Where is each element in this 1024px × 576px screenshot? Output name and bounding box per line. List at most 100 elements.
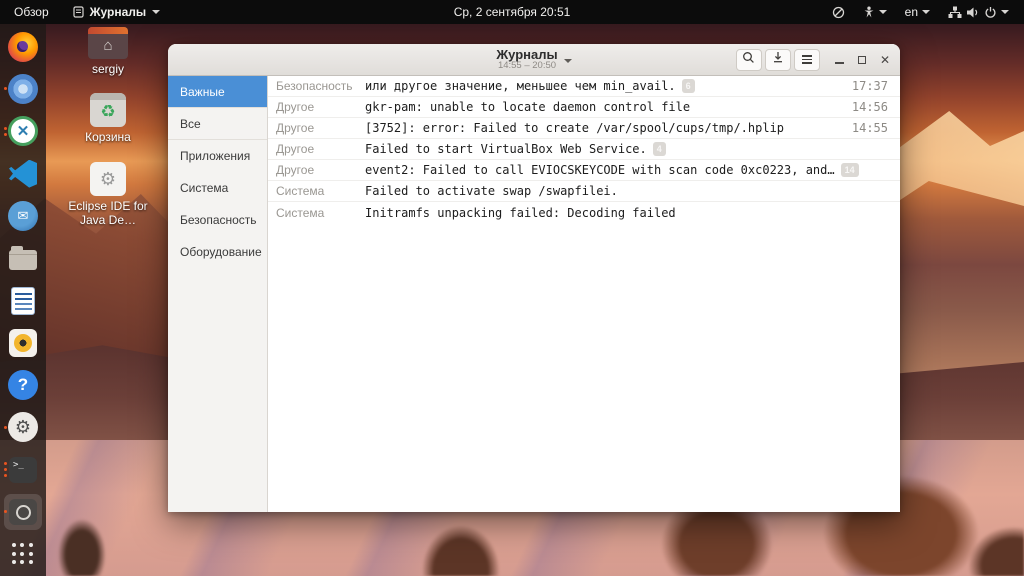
sidebar-item-label: Система (180, 181, 229, 195)
log-category: Другое (276, 163, 315, 177)
dock-item-chromium[interactable] (4, 71, 42, 106)
maximize-button[interactable] (857, 51, 866, 69)
system-menu-button[interactable] (941, 0, 1016, 24)
log-row[interactable]: Другое event2: Failed to call EVIOCSKEYC… (268, 160, 900, 181)
dock-item-firefox[interactable] (4, 29, 42, 64)
window-subtitle: 14:55 – 20:50 (497, 60, 557, 72)
export-icon (772, 51, 784, 69)
log-category: Другое (276, 142, 315, 156)
dock-item-help[interactable]: ? (4, 368, 42, 403)
running-indicator (4, 425, 7, 429)
search-icon (742, 51, 755, 69)
dock-item-terminal[interactable]: >_ (4, 452, 42, 487)
log-list: Безопасность или другое значение, меньше… (268, 76, 900, 512)
desktop-icon-label: sergiy (91, 62, 124, 76)
log-time: 14:55 (851, 121, 888, 135)
export-button[interactable] (764, 48, 791, 71)
clock-label: Ср, 2 сентября 20:51 (453, 5, 571, 19)
dock-item-libreoffice-writer[interactable] (4, 283, 42, 318)
menu-button[interactable] (793, 48, 820, 71)
minimize-button[interactable] (834, 51, 844, 69)
dock-item-app-grid[interactable] (4, 537, 42, 572)
log-row[interactable]: Система Failed to activate swap /swapfil… (268, 181, 900, 202)
running-indicator (4, 474, 7, 478)
desktop-icon-home-folder[interactable]: ⌂ sergiy (56, 27, 160, 77)
sidebar-item-label: Важные (180, 84, 225, 99)
sidebar-item-all[interactable]: Все (168, 108, 267, 140)
sidebar-item-label: Безопасность (180, 213, 257, 227)
dock-item-files[interactable] (4, 241, 42, 276)
clock-button[interactable]: Ср, 2 сентября 20:51 (444, 0, 581, 24)
firefox-icon (8, 31, 38, 62)
sidebar-item-important[interactable]: Важные (168, 76, 267, 108)
log-category: Система (276, 205, 325, 220)
settings-icon: ⚙ (8, 412, 38, 443)
accessibility-menu-button[interactable] (856, 0, 894, 24)
x-app-icon: ✕ (8, 116, 38, 147)
desktop-icon-label: Eclipse IDE for Java De… (68, 199, 148, 227)
help-icon: ? (8, 370, 38, 401)
trash-icon: ♻ (90, 93, 126, 127)
journal-icon (73, 6, 84, 18)
log-message: Failed to start VirtualBox Web Service. (365, 142, 647, 156)
chevron-down-icon (878, 10, 887, 14)
running-indicator (4, 87, 7, 91)
rhythmbox-icon (9, 328, 37, 357)
eclipse-installer-icon: ⚙ (90, 162, 126, 196)
desktop-icon-eclipse[interactable]: ⚙ Eclipse IDE for Java De… (56, 162, 160, 228)
dock-item-rhythmbox[interactable] (4, 325, 42, 360)
search-button[interactable] (735, 48, 762, 71)
hamburger-menu-icon (801, 55, 812, 64)
libreoffice-writer-icon (11, 286, 35, 315)
keyboard-layout-label: en (904, 5, 918, 19)
log-row[interactable]: Другое [3752]: error: Failed to create /… (268, 118, 900, 139)
close-icon: ✕ (879, 52, 890, 67)
log-message: gkr-pam: unable to locate daemon control… (365, 100, 691, 114)
log-count-badge: 14 (840, 163, 859, 177)
notifications-disabled-button[interactable] (825, 0, 852, 24)
log-message: Initramfs unpacking failed: Decoding fai… (365, 205, 676, 220)
window-title: Журналы (496, 46, 558, 62)
log-message: [3752]: error: Failed to create /var/spo… (365, 121, 785, 135)
terminal-icon: >_ (9, 456, 37, 483)
desktop-icon-trash[interactable]: ♻ Корзина (56, 93, 160, 145)
log-row[interactable]: Безопасность или другое значение, меньше… (268, 76, 900, 97)
close-button[interactable]: ✕ (880, 54, 890, 66)
title-bar[interactable]: Журналы 14:55 – 20:50 ✕ (168, 44, 900, 76)
dock-item-settings[interactable]: ⚙ (4, 410, 42, 445)
dock-item-logs[interactable] (4, 494, 42, 530)
dock-item-vscode[interactable] (4, 156, 42, 191)
log-row[interactable]: Система Initramfs unpacking failed: Deco… (268, 202, 900, 223)
activities-button[interactable]: Обзор (0, 0, 63, 24)
sidebar: Важные Все Приложения Система Безопаснос… (168, 76, 268, 512)
log-row[interactable]: Другое gkr-pam: unable to locate daemon … (268, 97, 900, 118)
running-indicator (4, 510, 7, 514)
chevron-down-icon (152, 10, 161, 14)
logs-window: Журналы 14:55 – 20:50 ✕ Важные Все Прило… (168, 44, 900, 512)
minimize-icon (834, 62, 844, 64)
sidebar-item-applications[interactable]: Приложения (168, 140, 267, 172)
log-message: Failed to activate swap /swapfilei. (365, 184, 618, 198)
dock-item-thunderbird[interactable]: ✉ (4, 198, 42, 233)
vscode-icon (9, 159, 37, 188)
log-count-badge: 6 (681, 79, 695, 93)
sidebar-item-hardware[interactable]: Оборудование (168, 236, 267, 268)
log-time: 14:56 (851, 100, 888, 114)
dock: ✕ ✉ ? ⚙ >_ (0, 24, 46, 576)
sidebar-item-security[interactable]: Безопасность (168, 204, 267, 236)
log-message: или другое значение, меньшее чем min_ava… (365, 79, 676, 93)
home-folder-icon: ⌂ (88, 27, 128, 59)
app-menu-button[interactable]: Журналы (63, 0, 170, 24)
dock-item-x-app[interactable]: ✕ (4, 114, 42, 149)
sidebar-item-label: Оборудование (180, 245, 262, 259)
sidebar-item-system[interactable]: Система (168, 172, 267, 204)
app-grid-icon (12, 543, 34, 565)
keyboard-layout-button[interactable]: en (898, 0, 937, 24)
log-message: event2: Failed to call EVIOCSKEYCODE wit… (365, 163, 835, 177)
thunderbird-icon: ✉ (8, 200, 38, 231)
chromium-icon (8, 73, 38, 104)
power-icon (984, 6, 997, 19)
log-row[interactable]: Другое Failed to start VirtualBox Web Se… (268, 139, 900, 160)
maximize-icon (857, 55, 866, 64)
log-category: Другое (276, 121, 315, 135)
